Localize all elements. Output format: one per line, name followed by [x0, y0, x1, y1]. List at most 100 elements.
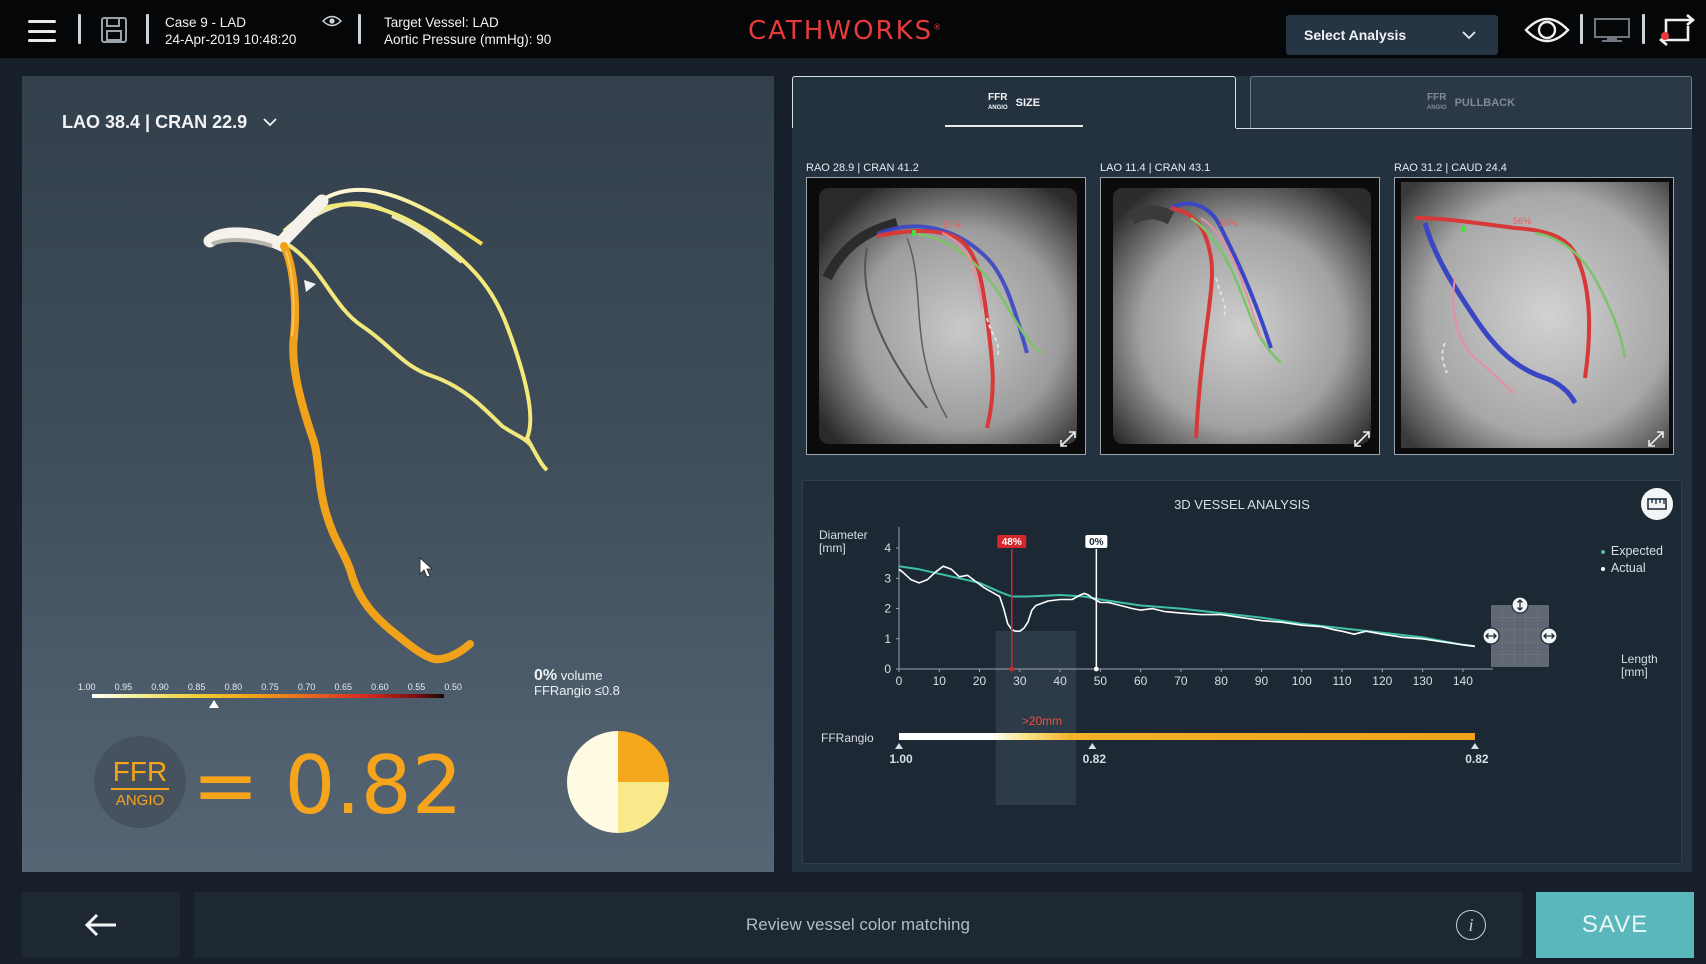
separator [1580, 14, 1583, 44]
y-tick-label: 4 [884, 541, 891, 555]
scale-tick-label: 0.95 [114, 682, 133, 692]
select-analysis-label: Select Analysis [1304, 27, 1407, 43]
separator [1642, 14, 1645, 44]
expand-icon[interactable] [1057, 428, 1079, 450]
cathworks-logo: CATHWORKS® [748, 16, 943, 46]
y-tick-label: 3 [884, 571, 891, 585]
ffr-equals: = [192, 739, 260, 832]
tab-active-underline [945, 125, 1083, 127]
scale-tick-label: 0.50 [444, 682, 462, 692]
scale-tick-label: 0.75 [261, 682, 279, 692]
diameter-chart[interactable]: Diameter[mm]Length[mm]012340 10 20 30 40 50 60… [803, 481, 1683, 865]
stenosis-label: 57% [943, 220, 961, 230]
volume-label: volume [560, 668, 603, 683]
target-vessel: Target Vessel: LAD [384, 15, 499, 30]
monitor-icon[interactable] [1594, 18, 1630, 44]
target-info: Target Vessel: LAD Aortic Pressure (mmHg… [384, 14, 551, 48]
lad-vessel [280, 242, 474, 664]
tab-ffr-text: FFR [988, 91, 1008, 103]
scale-tick-label: 1.00 [78, 682, 96, 692]
angio-view-label: RAO 28.9 | CRAN 41.2 [806, 162, 919, 174]
scale-tick-label: 0.65 [334, 682, 353, 692]
scale-tick-label: 0.85 [187, 682, 206, 692]
tab-baseline [1236, 128, 1692, 129]
angio-view-label: LAO 11.4 | CRAN 43.1 [1100, 162, 1211, 174]
angiogram-view-2[interactable]: 55% [1100, 177, 1380, 455]
x-axis-label: Length [1621, 652, 1658, 666]
scale-tick-label: 0.90 [151, 682, 169, 692]
ffr-badge-top: FFR [110, 756, 170, 790]
length-handle [1482, 596, 1558, 667]
info-icon[interactable]: i [1456, 910, 1486, 940]
series-line-expected [898, 565, 1476, 648]
stenosis-marker-label: 48% [1002, 537, 1022, 548]
save-icon[interactable] [100, 16, 128, 44]
ffr-track-marker-icon [1088, 743, 1097, 749]
x-tick-label: 20 [973, 674, 987, 688]
separator [358, 14, 361, 44]
menu-icon[interactable] [28, 20, 56, 42]
expand-icon[interactable] [1351, 428, 1373, 450]
x-tick-label: 120 [1372, 674, 1392, 688]
angiogram-image: 56% [1401, 182, 1669, 448]
eye-large-icon[interactable] [1524, 14, 1570, 46]
volume-percent: 0% [534, 667, 558, 684]
case-name: Case 9 - LAD [165, 15, 247, 30]
stenosis-label: 56% [1513, 216, 1531, 226]
ffr-scale-labels: 1.00 0.95 0.90 0.85 0.80 0.75 0.70 0.65 0.60 0.55… [78, 682, 462, 692]
x-tick-label: 30 [1013, 674, 1027, 688]
position-marker-icon [304, 280, 316, 292]
ffr-value: = 0.82 [192, 746, 463, 826]
case-datetime: 24-Apr-2019 10:48:20 [165, 32, 297, 47]
volume-pie-chart [567, 731, 669, 833]
save-button[interactable]: SAVE [1536, 892, 1694, 958]
tab-ffr-text: FFR [1427, 91, 1447, 103]
stenosis-label: 55% [1219, 218, 1237, 228]
x-tick-label: 140 [1453, 674, 1473, 688]
ffr-angio-badge: FFR ANGIO [94, 736, 186, 828]
angiogram-view-3[interactable]: 56% [1394, 177, 1674, 455]
select-analysis-dropdown[interactable]: Select Analysis [1286, 15, 1498, 55]
tab-size[interactable]: FFR ANGIO SIZE [792, 76, 1236, 128]
x-tick-label: 10 [933, 674, 947, 688]
ffr-track-value: 0.82 [1465, 752, 1489, 766]
expand-icon[interactable] [1645, 428, 1667, 450]
ffr-track-marker-icon [895, 743, 903, 749]
eye-icon[interactable] [322, 14, 342, 28]
ffr-track-value: 0.82 [1083, 752, 1107, 766]
view-angle-dropdown[interactable]: LAO 38.4 | CRAN 22.9 [62, 112, 277, 133]
ffr-number: 0.82 [284, 739, 463, 832]
scale-marker-icon [209, 700, 219, 708]
status-message: Review vessel color matching [746, 915, 970, 934]
x-tick-label: 70 [1174, 674, 1188, 688]
scale-tick-label: 0.70 [297, 682, 316, 692]
stenosis-marker-label: 0% [1089, 537, 1104, 548]
analysis-panel: FFR ANGIO SIZE FFR ANGIO PULLBACK RAO 28.9… [792, 76, 1692, 872]
status-message-bar: Review vessel color matching i [194, 892, 1522, 958]
tab-angio-text: ANGIO [987, 104, 1008, 111]
pie-slice [567, 731, 618, 833]
y-tick-label: 0 [884, 662, 891, 676]
angio-view-label: RAO 31.2 | CAUD 24.4 [1394, 162, 1507, 174]
back-button[interactable] [22, 892, 180, 958]
y-axis-label: Diameter [819, 528, 868, 542]
arrow-left-icon [84, 913, 116, 937]
sync-icon[interactable] [1656, 14, 1698, 46]
ffr-track-value: 1.00 [889, 752, 913, 766]
chevron-down-icon [263, 118, 277, 127]
tab-pullback[interactable]: FFR ANGIO PULLBACK [1250, 76, 1692, 128]
scale-tick-label: 0.55 [407, 682, 426, 692]
ffr-color-scale [92, 694, 444, 698]
stenosis-marker-point [1009, 666, 1015, 672]
angiogram-view-1[interactable]: 57% [806, 177, 1086, 455]
x-tick-label: 90 [1255, 674, 1269, 688]
separator [78, 14, 81, 44]
tab-angio-text: ANGIO [1426, 104, 1447, 111]
ffr-track-marker-icon [1470, 743, 1479, 749]
mid-branch [285, 242, 534, 448]
separator [146, 14, 149, 44]
ffr-segment-label: >20mm [1022, 714, 1062, 728]
tab-pullback-label: PULLBACK [1454, 96, 1516, 109]
chevron-down-icon [1462, 30, 1476, 39]
pie-slice [618, 731, 669, 782]
